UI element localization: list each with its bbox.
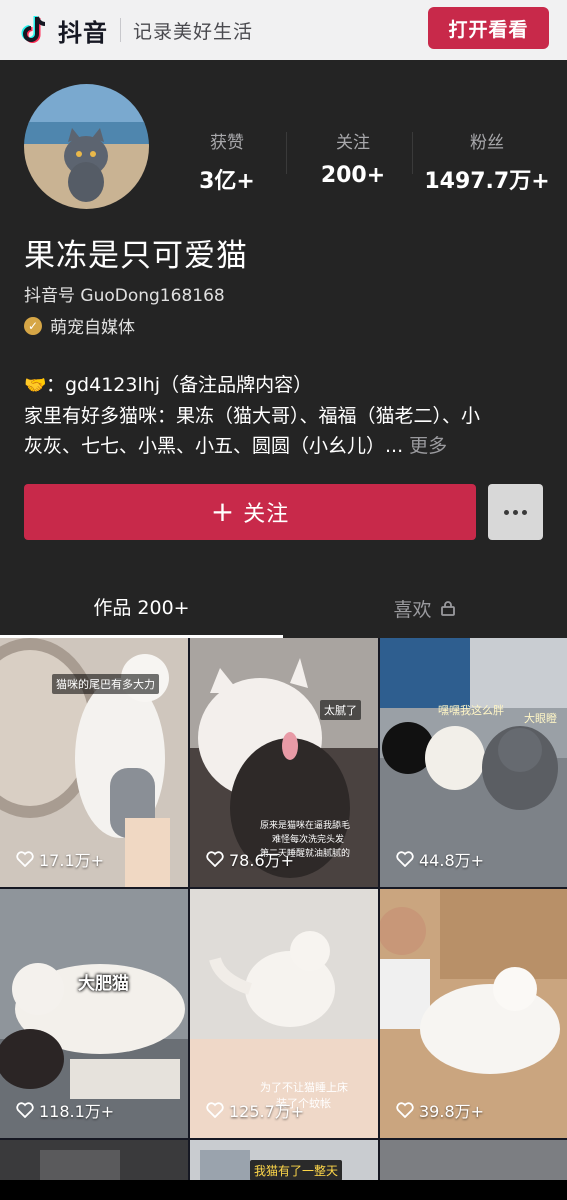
slogan: 记录美好生活	[133, 20, 254, 43]
verification-label: 萌宠自媒体	[50, 318, 135, 338]
heart-icon	[396, 1102, 414, 1118]
stat-followers[interactable]: 粉丝 1497.7万+	[412, 128, 558, 195]
video-caption: 太腻了	[320, 700, 361, 720]
plus-icon: +	[210, 495, 236, 528]
profile-tabs: 作品 200+ 喜欢	[0, 578, 567, 638]
video-thumbnail[interactable]: 为了不让猫睡上床 装了个蚊帐 125.7万+	[190, 889, 378, 1138]
bio-line: 灰灰、七七、小黑、小五、圆圆（小幺儿）... 更多	[24, 431, 544, 461]
video-thumbnail[interactable]: 猫咪的尾巴有多大力 17.1万+	[0, 638, 188, 887]
likes-count: 118.1万+	[39, 1102, 115, 1121]
verification-badge: ✓ 萌宠自媒体	[24, 313, 135, 338]
lock-icon	[440, 601, 455, 616]
video-thumbnail[interactable]: 大肥猫 118.1万+	[0, 889, 188, 1138]
bio-line: 家里有好多猫咪：果冻（猫大哥）、福福（猫老二）、小	[24, 405, 481, 427]
video-caption: 大肥猫	[78, 974, 129, 994]
stat-value: 200+	[320, 163, 386, 188]
douyin-logo[interactable]: 抖音	[18, 13, 108, 48]
tab-works[interactable]: 作品 200+	[0, 578, 283, 638]
stat-value: 1497.7万+	[424, 169, 550, 194]
profile-stats: 获赞 3亿+ 关注 200+ 粉丝 1497.7万+	[164, 128, 564, 195]
tab-likes-label: 喜欢	[393, 598, 432, 621]
heart-icon	[396, 851, 414, 867]
open-app-button[interactable]: 打开看看	[428, 7, 549, 49]
bio-line: 🤝：gd4123lhj（备注品牌内容）	[24, 370, 544, 401]
stat-label: 获赞	[210, 133, 244, 153]
stat-value: 3亿+	[199, 169, 255, 194]
bottom-edge	[0, 1180, 567, 1200]
video-likes: 78.6万+	[206, 847, 294, 871]
follow-button[interactable]: + 关注	[24, 484, 476, 540]
likes-count: 78.6万+	[229, 851, 295, 870]
more-options-button[interactable]	[488, 484, 543, 540]
more-dots-icon	[504, 509, 527, 515]
stat-likes[interactable]: 获赞 3亿+	[164, 128, 290, 195]
video-likes: 118.1万+	[16, 1098, 114, 1122]
follow-button-label: 关注	[243, 502, 290, 527]
likes-count: 44.8万+	[419, 851, 485, 870]
video-grid: 猫咪的尾巴有多大力 17.1万+ 太腻了 原来是猫咪在逼我舔毛 难怪每次洗完头发…	[0, 638, 567, 1200]
avatar[interactable]	[24, 84, 149, 209]
bio-contact: ：gd4123lhj（备注品牌内容）	[46, 374, 313, 396]
bio-more-link[interactable]: 更多	[409, 435, 447, 457]
likes-count: 39.8万+	[419, 1102, 485, 1121]
video-likes: 17.1万+	[16, 847, 104, 871]
video-caption: 嘿嘿我这么胖	[438, 704, 504, 717]
app-name: 抖音	[58, 18, 108, 47]
video-caption: 我猫有了一整天	[250, 1160, 343, 1181]
video-likes: 44.8万+	[396, 847, 484, 871]
tab-likes[interactable]: 喜欢	[283, 578, 566, 638]
stat-following[interactable]: 关注 200+	[286, 128, 416, 195]
heart-icon	[206, 851, 224, 867]
nickname: 果冻是只可爱猫	[24, 238, 248, 274]
bio: 🤝：gd4123lhj（备注品牌内容） 家里有好多猫咪：果冻（猫大哥）、福福（猫…	[24, 370, 544, 461]
heart-icon	[16, 851, 34, 867]
video-caption: 大眼瞪	[524, 712, 557, 725]
stat-label: 关注	[336, 133, 370, 153]
top-bar: 抖音 记录美好生活 打开看看	[0, 0, 567, 60]
bio-text: 灰灰、七七、小黑、小五、圆圆（小幺儿）...	[24, 435, 404, 457]
verified-check-icon: ✓	[24, 316, 42, 335]
video-thumbnail[interactable]: 太腻了 原来是猫咪在逼我舔毛 难怪每次洗完头发 第二天睡醒就油腻腻的 78.6万…	[190, 638, 378, 887]
avatar-image	[24, 84, 149, 209]
video-likes: 39.8万+	[396, 1098, 484, 1122]
likes-count: 17.1万+	[39, 851, 105, 870]
video-likes: 125.7万+	[206, 1098, 304, 1122]
likes-count: 125.7万+	[229, 1102, 305, 1121]
stat-label: 粉丝	[470, 133, 504, 153]
video-thumbnail[interactable]: 39.8万+	[380, 889, 567, 1138]
video-thumbnail[interactable]: 嘿嘿我这么胖 大眼瞪 44.8万+	[380, 638, 567, 887]
logo-divider	[120, 18, 121, 42]
tiktok-note-icon	[21, 16, 46, 43]
profile-section: 获赞 3亿+ 关注 200+ 粉丝 1497.7万+ 果冻是只可爱猫 抖音号 G…	[0, 60, 567, 638]
heart-icon	[206, 1102, 224, 1118]
douyin-id: 抖音号 GuoDong168168	[24, 286, 225, 306]
video-caption: 猫咪的尾巴有多大力	[52, 674, 159, 694]
heart-icon	[16, 1102, 34, 1118]
handshake-icon: 🤝	[24, 375, 47, 396]
